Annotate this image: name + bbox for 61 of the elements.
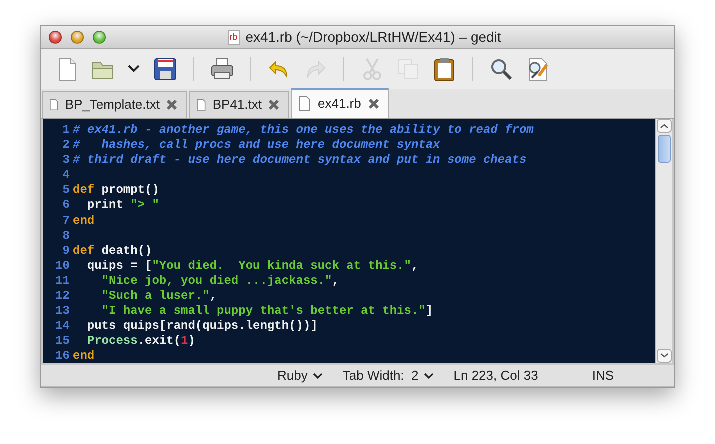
code-line: # hashes, call procs and use here document syntax <box>73 138 440 154</box>
language-dropdown[interactable]: Ruby <box>268 366 333 386</box>
file-icon: rb <box>228 30 240 44</box>
scroll-down-icon[interactable] <box>656 349 672 363</box>
vertical-scrollbar[interactable] <box>655 119 672 363</box>
document-icon <box>298 96 312 112</box>
line-number: 14 <box>54 319 71 334</box>
scroll-up-icon[interactable] <box>656 119 672 133</box>
document-icon <box>196 97 207 113</box>
line-number: 7 <box>62 214 71 229</box>
close-tab-button[interactable] <box>268 99 280 111</box>
code-line: print "> " <box>86 198 160 214</box>
caret-icon <box>312 372 323 380</box>
printer-icon <box>210 57 234 81</box>
line-number: 10 <box>54 258 71 274</box>
minimize-button[interactable] <box>71 30 84 44</box>
close-icon <box>368 98 380 110</box>
window-title: ex41.rb (~/Dropbox/LRtHW/Ex41) – gedit <box>246 28 502 47</box>
line-number: 3 <box>62 153 71 168</box>
line-number: 8 <box>62 228 71 244</box>
code-line: end <box>73 349 95 363</box>
code-line: "I have a small puppy that's better at this."] <box>100 304 434 320</box>
close-tab-button[interactable] <box>368 98 380 110</box>
line-number: 1 <box>62 123 71 138</box>
caret-icon <box>424 372 434 380</box>
line-number: 13 <box>54 304 71 320</box>
close-button[interactable] <box>49 30 62 44</box>
code-line: def prompt() <box>73 183 160 198</box>
line-number: 9 <box>62 244 71 259</box>
cursor-position: Ln 223, Col 33 <box>452 366 540 385</box>
document-tab[interactable]: BP_Template.txt <box>42 91 187 118</box>
line-number: 2 <box>62 138 71 154</box>
code-line: "Nice job, you died ...jackass.", <box>100 274 340 290</box>
magnifier-icon <box>489 57 513 81</box>
line-number: 11 <box>54 274 71 290</box>
document-tab[interactable]: ex41.rb <box>291 88 389 118</box>
code-line: # ex41.rb - another game, this one uses the ability to read from <box>73 123 534 138</box>
close-icon <box>166 99 178 111</box>
close-tab-button[interactable] <box>166 99 178 111</box>
code-line: end <box>73 214 95 229</box>
tab-width-dropdown[interactable]: Tab Width: 2 <box>332 366 444 386</box>
document-icon <box>49 97 60 113</box>
document-tab[interactable]: BP41.txt <box>189 91 289 118</box>
code-line: puts quips[rand(quips.length())] <box>86 319 318 334</box>
code-line: quips = ["You died. You kinda suck at this.", <box>86 258 419 274</box>
line-number: 15 <box>54 334 71 350</box>
zoom-button[interactable] <box>93 30 106 44</box>
line-number: 4 <box>62 168 71 184</box>
line-number: 16 <box>54 349 71 363</box>
line-number: 12 <box>54 289 71 304</box>
scrollbar-thumb[interactable] <box>658 135 670 163</box>
code-line: # third draft - use here document syntax and put in some cheats <box>73 153 527 168</box>
close-icon <box>268 99 280 111</box>
code-line: Process.exit(1) <box>86 334 196 350</box>
line-number: 6 <box>62 198 71 214</box>
line-number: 5 <box>62 183 71 198</box>
code-line: def death() <box>73 244 152 259</box>
code-line: "Such a luser.", <box>100 289 218 304</box>
insert-mode: INS <box>591 366 615 385</box>
clipboard-icon <box>432 57 456 81</box>
caret-icon <box>128 65 140 73</box>
